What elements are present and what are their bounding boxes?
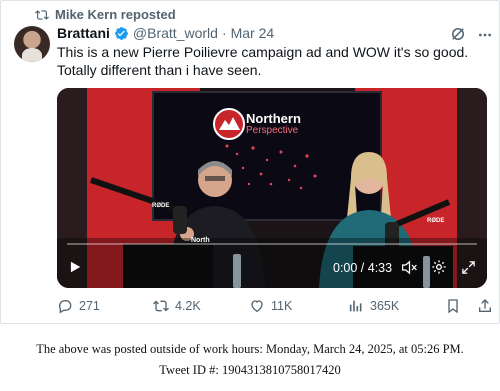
repost-text: Mike Kern reposted	[55, 7, 176, 22]
posted-time-note: The above was posted outside of work hou…	[36, 342, 464, 356]
video-time: 0:00 / 4:33	[333, 261, 393, 275]
like-count: 11K	[271, 299, 293, 313]
mic-brand-left: RØDE	[152, 203, 170, 209]
views-chart-icon	[349, 300, 362, 312]
grok-icon[interactable]	[449, 25, 467, 43]
verified-badge-icon	[115, 26, 128, 40]
heart-icon	[251, 300, 263, 313]
tweet-id-note: Tweet ID #: 1904313810758017420	[159, 363, 341, 377]
reply-button[interactable]: 271	[57, 298, 100, 314]
tweet-actions: 271 4.2K 11K 365K	[57, 298, 497, 318]
share-icon	[479, 299, 491, 312]
separator-dot: ·	[221, 25, 227, 41]
share-button[interactable]	[477, 298, 493, 314]
avatar[interactable]	[14, 26, 50, 62]
reply-icon	[58, 300, 72, 314]
tweet-header: Brattani @Bratt_world · Mar 24	[57, 25, 274, 41]
video-controls: 0:00 / 4:33	[57, 252, 487, 282]
like-button[interactable]: 11K	[249, 298, 292, 314]
display-name[interactable]: Brattani	[57, 25, 110, 41]
repost-indicator[interactable]: Mike Kern reposted	[35, 7, 176, 22]
video-progress-bar[interactable]	[67, 243, 477, 245]
tweet-card[interactable]: Mike Kern reposted Brattani @Bratt_world…	[0, 0, 500, 324]
views-button[interactable]: 365K	[348, 298, 399, 314]
mute-icon[interactable]	[401, 260, 418, 275]
repost-icon	[153, 300, 169, 312]
bookmark-icon	[448, 299, 458, 314]
repost-button[interactable]: 4.2K	[153, 298, 201, 314]
settings-gear-icon[interactable]	[431, 259, 447, 275]
reply-count: 271	[79, 299, 100, 313]
more-options-icon[interactable]	[477, 27, 493, 43]
video-player[interactable]: Northern Perspective RØDE RØDE North 0:0…	[57, 88, 487, 288]
logo-subtitle: Perspective	[246, 125, 299, 136]
play-icon[interactable]	[68, 260, 82, 274]
fullscreen-icon[interactable]	[461, 260, 476, 275]
tweet-text: This is a new Pierre Poilievre campaign …	[57, 44, 469, 78]
handle[interactable]: @Bratt_world	[133, 25, 218, 41]
post-date[interactable]: Mar 24	[231, 25, 275, 41]
views-count: 365K	[370, 299, 400, 313]
archive-caption: The above was posted outside of work hou…	[0, 339, 500, 381]
logo-title: Northern	[246, 111, 301, 126]
repost-icon	[35, 9, 49, 20]
bookmark-button[interactable]	[445, 298, 461, 314]
repost-count: 4.2K	[175, 299, 201, 313]
mic-brand-right: RØDE	[427, 218, 445, 224]
